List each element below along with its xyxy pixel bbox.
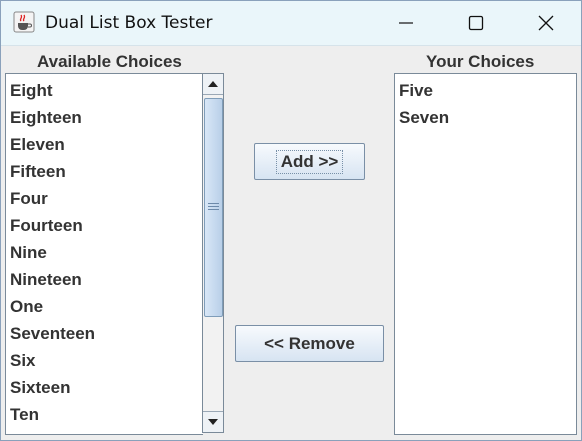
scroll-up-button[interactable] — [203, 74, 223, 95]
available-list-scrollbar[interactable] — [202, 73, 224, 433]
scroll-thumb[interactable] — [204, 98, 223, 317]
app-window: Dual List Box Tester Available Choices Y… — [0, 0, 582, 441]
maximize-icon — [468, 15, 484, 31]
list-item[interactable]: Seven — [395, 104, 576, 131]
java-cup-icon — [13, 11, 35, 33]
add-button[interactable]: Add >> — [254, 143, 365, 180]
thumb-grip — [208, 206, 219, 207]
list-item[interactable]: Nineteen — [6, 266, 203, 293]
thumb-grip — [208, 203, 219, 204]
window-title: Dual List Box Tester — [45, 13, 213, 33]
your-choices-label: Your Choices — [426, 52, 535, 71]
add-button-label: Add >> — [275, 149, 344, 174]
list-item[interactable]: One — [6, 293, 203, 320]
list-item[interactable]: Six — [6, 347, 203, 374]
close-icon — [538, 15, 554, 31]
list-item[interactable]: Four — [6, 185, 203, 212]
list-item[interactable]: Nine — [6, 239, 203, 266]
minimize-icon — [399, 22, 413, 24]
close-button[interactable] — [517, 1, 575, 45]
list-item[interactable]: Seventeen — [6, 320, 203, 347]
maximize-button[interactable] — [447, 1, 505, 45]
available-choices-label: Available Choices — [37, 52, 182, 71]
list-item[interactable]: Sixteen — [6, 374, 203, 401]
thumb-grip — [208, 209, 219, 210]
list-item[interactable]: Eleven — [6, 131, 203, 158]
scroll-down-button[interactable] — [203, 411, 223, 432]
list-item[interactable]: Five — [395, 77, 576, 104]
list-item[interactable]: Fifteen — [6, 158, 203, 185]
list-item[interactable]: Ten — [6, 401, 203, 428]
list-item[interactable]: Eighteen — [6, 104, 203, 131]
list-item[interactable]: Eight — [6, 77, 203, 104]
minimize-button[interactable] — [377, 1, 435, 45]
arrow-up-icon — [208, 81, 218, 87]
title-bar[interactable]: Dual List Box Tester — [1, 1, 581, 46]
remove-button[interactable]: << Remove — [235, 325, 384, 362]
available-list[interactable]: Eight Eighteen Eleven Fifteen Four Fourt… — [5, 73, 203, 435]
arrow-down-icon — [208, 419, 218, 425]
list-item[interactable]: Fourteen — [6, 212, 203, 239]
your-choices-list[interactable]: Five Seven — [394, 73, 577, 435]
